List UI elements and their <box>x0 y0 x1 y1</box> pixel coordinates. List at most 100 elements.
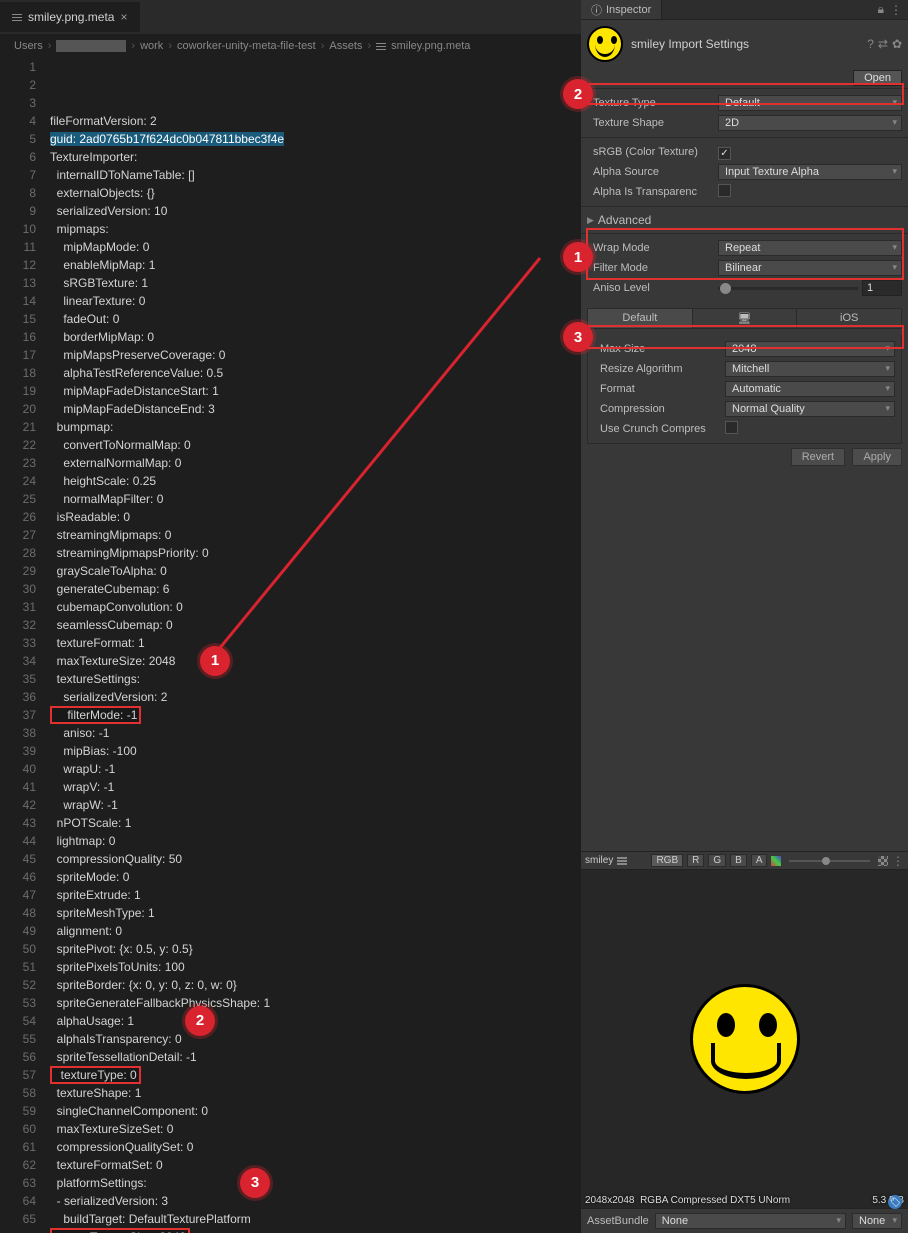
code-line[interactable]: heightScale: 0.25 <box>50 472 581 490</box>
code-line[interactable]: serializedVersion: 2 <box>50 688 581 706</box>
code-line[interactable]: serializedVersion: 10 <box>50 202 581 220</box>
code-line[interactable]: generateCubemap: 6 <box>50 580 581 598</box>
code-line[interactable]: borderMipMap: 0 <box>50 328 581 346</box>
code-line[interactable]: fadeOut: 0 <box>50 310 581 328</box>
breadcrumb-item[interactable]: coworker-unity-meta-file-test <box>177 40 316 52</box>
code-line[interactable]: wrapW: -1 <box>50 796 581 814</box>
code-line[interactable]: maxTextureSizeSet: 0 <box>50 1120 581 1138</box>
code-line[interactable]: buildTarget: DefaultTexturePlatform <box>50 1210 581 1228</box>
code-line[interactable]: normalMapFilter: 0 <box>50 490 581 508</box>
code-line[interactable]: spritePivot: {x: 0.5, y: 0.5} <box>50 940 581 958</box>
code-line[interactable]: fileFormatVersion: 2 <box>50 112 581 130</box>
code-line[interactable]: maxTextureSize: 2048 <box>50 1228 581 1233</box>
code-line[interactable]: cubemapConvolution: 0 <box>50 598 581 616</box>
code-line[interactable]: singleChannelComponent: 0 <box>50 1102 581 1120</box>
code-line[interactable]: mipMapFadeDistanceEnd: 3 <box>50 400 581 418</box>
code-line[interactable]: streamingMipmaps: 0 <box>50 526 581 544</box>
code-line[interactable]: sRGBTexture: 1 <box>50 274 581 292</box>
code-line[interactable]: grayScaleToAlpha: 0 <box>50 562 581 580</box>
menu-icon[interactable]: ⋮ <box>892 854 904 868</box>
editor-tab[interactable]: smiley.png.meta × <box>0 2 140 32</box>
code-line[interactable]: mipMapMode: 0 <box>50 238 581 256</box>
code-line[interactable]: wrapV: -1 <box>50 778 581 796</box>
code-line[interactable]: internalIDToNameTable: [] <box>50 166 581 184</box>
code-line[interactable]: externalNormalMap: 0 <box>50 454 581 472</box>
crunch-checkbox[interactable] <box>725 421 738 434</box>
code-line[interactable]: mipBias: -100 <box>50 742 581 760</box>
platform-tab-desktop[interactable]: 🖥︎ <box>693 309 798 328</box>
tag-icon[interactable]: 🏷︎ <box>888 1195 902 1209</box>
code-line[interactable]: aniso: -1 <box>50 724 581 742</box>
code-line[interactable]: nPOTScale: 1 <box>50 814 581 832</box>
checker-icon[interactable] <box>878 856 888 866</box>
lock-icon[interactable]: 🔒︎ <box>878 2 884 17</box>
code-line[interactable]: streamingMipmapsPriority: 0 <box>50 544 581 562</box>
code-line[interactable]: mipMapFadeDistanceStart: 1 <box>50 382 581 400</box>
code-line[interactable]: alphaTestReferenceValue: 0.5 <box>50 364 581 382</box>
code-line[interactable]: mipmaps: <box>50 220 581 238</box>
channel-b-button[interactable]: B <box>730 854 747 867</box>
wrap-mode-dropdown[interactable]: Repeat <box>718 240 902 256</box>
code-line[interactable]: spriteTessellationDetail: -1 <box>50 1048 581 1066</box>
preset-icon[interactable]: ⇄ <box>878 37 888 51</box>
resize-algorithm-dropdown[interactable]: Mitchell <box>725 361 895 377</box>
code-line[interactable]: textureSettings: <box>50 670 581 688</box>
code-line[interactable]: spriteBorder: {x: 0, y: 0, z: 0, w: 0} <box>50 976 581 994</box>
revert-button[interactable]: Revert <box>791 448 845 466</box>
format-dropdown[interactable]: Automatic <box>725 381 895 397</box>
code-line[interactable]: linearTexture: 0 <box>50 292 581 310</box>
alpha-transparency-checkbox[interactable] <box>718 184 731 197</box>
code-line[interactable]: maxTextureSize: 2048 <box>50 652 581 670</box>
code-line[interactable]: textureFormat: 1 <box>50 634 581 652</box>
code-line[interactable]: spriteExtrude: 1 <box>50 886 581 904</box>
breadcrumb-item-redacted[interactable] <box>56 40 126 52</box>
alpha-source-dropdown[interactable]: Input Texture Alpha <box>718 164 902 180</box>
code-line[interactable]: spriteMode: 0 <box>50 868 581 886</box>
aniso-input[interactable] <box>862 280 902 296</box>
code-line[interactable]: guid: 2ad0765b17f624dc0b047811bbec3f4e <box>50 130 581 148</box>
code-line[interactable]: bumpmap: <box>50 418 581 436</box>
open-button[interactable]: Open <box>853 70 902 86</box>
compression-dropdown[interactable]: Normal Quality <box>725 401 895 417</box>
code-line[interactable]: mipMapsPreserveCoverage: 0 <box>50 346 581 364</box>
advanced-foldout[interactable]: ▶ Advanced <box>581 211 908 229</box>
filter-mode-dropdown[interactable]: Bilinear <box>718 260 902 276</box>
breadcrumb-item[interactable]: Users <box>14 40 43 52</box>
max-size-dropdown[interactable]: 2048 <box>725 341 895 357</box>
platform-tab-default[interactable]: Default <box>588 309 693 328</box>
code-line[interactable]: compressionQualitySet: 0 <box>50 1138 581 1156</box>
asset-bundle-variant-dropdown[interactable]: None <box>852 1213 902 1229</box>
code-line[interactable]: - serializedVersion: 3 <box>50 1192 581 1210</box>
code-line[interactable]: textureShape: 1 <box>50 1084 581 1102</box>
code-line[interactable]: alphaUsage: 1 <box>50 1012 581 1030</box>
code-line[interactable]: TextureImporter: <box>50 148 581 166</box>
platform-tab-ios[interactable]: iOS <box>797 309 901 328</box>
inspector-tab[interactable]: ⓘ Inspector <box>581 0 662 19</box>
code-line[interactable]: spriteMeshType: 1 <box>50 904 581 922</box>
code-line[interactable]: spriteGenerateFallbackPhysicsShape: 1 <box>50 994 581 1012</box>
breadcrumb-item[interactable]: smiley.png.meta <box>391 40 470 52</box>
code-line[interactable]: platformSettings: <box>50 1174 581 1192</box>
help-icon[interactable]: ? <box>867 37 874 51</box>
code-line[interactable]: textureFormatSet: 0 <box>50 1156 581 1174</box>
code-line[interactable]: spritePixelsToUnits: 100 <box>50 958 581 976</box>
code-line[interactable]: alphaIsTransparency: 0 <box>50 1030 581 1048</box>
code-line[interactable]: enableMipMap: 1 <box>50 256 581 274</box>
asset-bundle-dropdown[interactable]: None <box>655 1213 846 1229</box>
code-line[interactable]: compressionQuality: 50 <box>50 850 581 868</box>
code-line[interactable]: textureType: 0 <box>50 1066 581 1084</box>
breadcrumb-item[interactable]: work <box>140 40 163 52</box>
srgb-checkbox[interactable] <box>718 147 731 160</box>
aniso-slider[interactable] <box>718 287 858 290</box>
mip-icon[interactable] <box>771 856 781 866</box>
code-area[interactable]: 1234567891011121314151617181920212223242… <box>0 58 581 1233</box>
code-line[interactable]: convertToNormalMap: 0 <box>50 436 581 454</box>
code-line[interactable]: seamlessCubemap: 0 <box>50 616 581 634</box>
texture-type-dropdown[interactable]: Default <box>718 95 902 111</box>
texture-shape-dropdown[interactable]: 2D <box>718 115 902 131</box>
apply-button[interactable]: Apply <box>852 448 902 466</box>
breadcrumb-item[interactable]: Assets <box>329 40 362 52</box>
menu-icon[interactable]: ⋮ <box>890 3 902 17</box>
channel-r-button[interactable]: R <box>687 854 704 867</box>
gear-icon[interactable]: ✿ <box>892 37 902 51</box>
